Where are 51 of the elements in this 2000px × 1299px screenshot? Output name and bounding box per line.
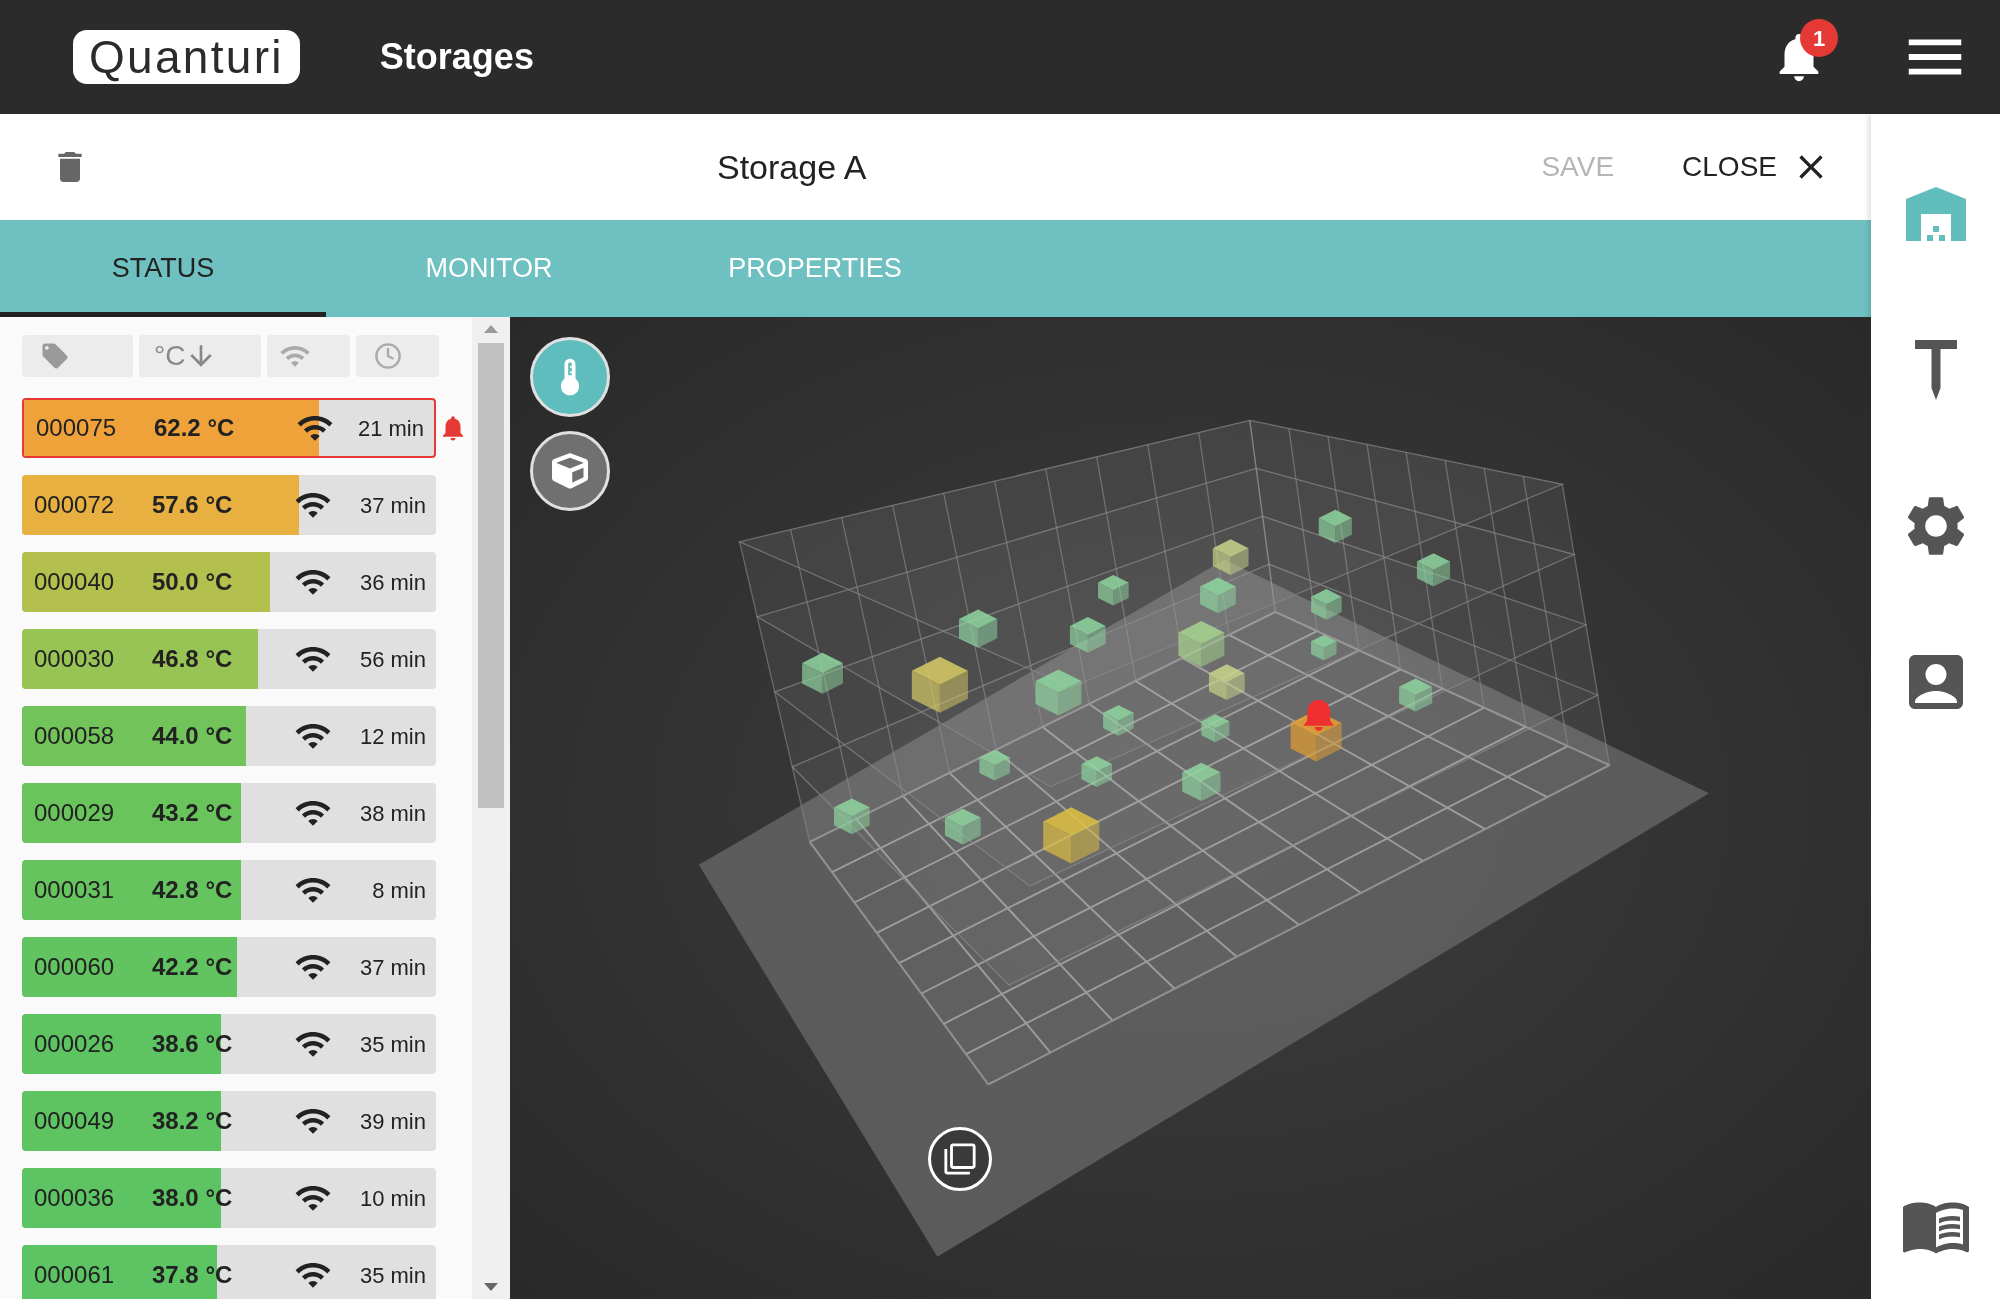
clock-icon bbox=[374, 342, 402, 370]
sensor-age: 37 min bbox=[359, 953, 426, 982]
sensor-temperature: 42.8 °C bbox=[152, 875, 234, 905]
sensor-temperature: 46.8 °C bbox=[152, 644, 234, 674]
sensor-row[interactable]: 000040 50.0 °C 36 min bbox=[22, 552, 436, 612]
alert-bell-icon bbox=[1303, 700, 1334, 731]
sensor-temperature: 50.0 °C bbox=[152, 567, 234, 597]
sensor-id: 000049 bbox=[34, 1106, 116, 1136]
sensor-age: 37 min bbox=[359, 491, 426, 520]
layers-icon bbox=[943, 1142, 977, 1176]
sensor-id: 000040 bbox=[34, 567, 116, 597]
sensor-age: 56 min bbox=[359, 645, 426, 674]
sensor-row[interactable]: 000072 57.6 °C 37 min bbox=[22, 475, 436, 535]
sensor-id: 000031 bbox=[34, 875, 116, 905]
logo[interactable]: Quanturi bbox=[73, 30, 300, 84]
sensor-row[interactable]: 000075 62.2 °C 21 min bbox=[22, 398, 436, 458]
sensor-row[interactable]: 000031 42.8 °C 8 min bbox=[22, 860, 436, 920]
sensor-temperature: 62.2 °C bbox=[154, 413, 236, 443]
sensor-row[interactable]: 000060 42.2 °C 37 min bbox=[22, 937, 436, 997]
sensor-row[interactable]: 000029 43.2 °C 38 min bbox=[22, 783, 436, 843]
sensor-temperature: 43.2 °C bbox=[152, 798, 234, 828]
sensor-temperature: 42.2 °C bbox=[152, 952, 234, 982]
sensor-age: 39 min bbox=[359, 1107, 426, 1136]
sensor-id: 000060 bbox=[34, 952, 116, 982]
sensor-age: 10 min bbox=[359, 1184, 426, 1213]
sensor-id: 000075 bbox=[36, 413, 118, 443]
section-title: Storages bbox=[379, 35, 534, 79]
sensor-id: 000061 bbox=[34, 1260, 116, 1290]
storage-title: Storage A bbox=[717, 146, 867, 188]
cube-icon bbox=[552, 453, 588, 489]
sensor-age: 12 min bbox=[359, 722, 426, 751]
sensor-age: 21 min bbox=[357, 414, 424, 443]
tag-icon bbox=[40, 341, 70, 371]
sensor-age: 35 min bbox=[359, 1261, 426, 1290]
scrollbar[interactable] bbox=[472, 317, 510, 1299]
sensor-id: 000029 bbox=[34, 798, 116, 828]
sensor-id: 000036 bbox=[34, 1183, 116, 1213]
sensor-id: 000026 bbox=[34, 1029, 116, 1059]
sensor-id: 000058 bbox=[34, 721, 116, 751]
sensor-id: 000072 bbox=[34, 490, 116, 520]
notification-badge: 1 bbox=[1800, 19, 1838, 57]
sensor-row[interactable]: 000030 46.8 °C 56 min bbox=[22, 629, 436, 689]
sensor-age: 35 min bbox=[359, 1030, 426, 1059]
sensor-row[interactable]: 000058 44.0 °C 12 min bbox=[22, 706, 436, 766]
close-button[interactable]: CLOSE bbox=[1682, 146, 1831, 188]
sensor-id: 000030 bbox=[34, 644, 116, 674]
sensor-age: 8 min bbox=[372, 876, 426, 905]
sensor-age: 36 min bbox=[359, 568, 426, 597]
sensor-temperature: 57.6 °C bbox=[152, 490, 234, 520]
sensor-age: 38 min bbox=[359, 799, 426, 828]
sensor-temperature: 44.0 °C bbox=[152, 721, 234, 751]
